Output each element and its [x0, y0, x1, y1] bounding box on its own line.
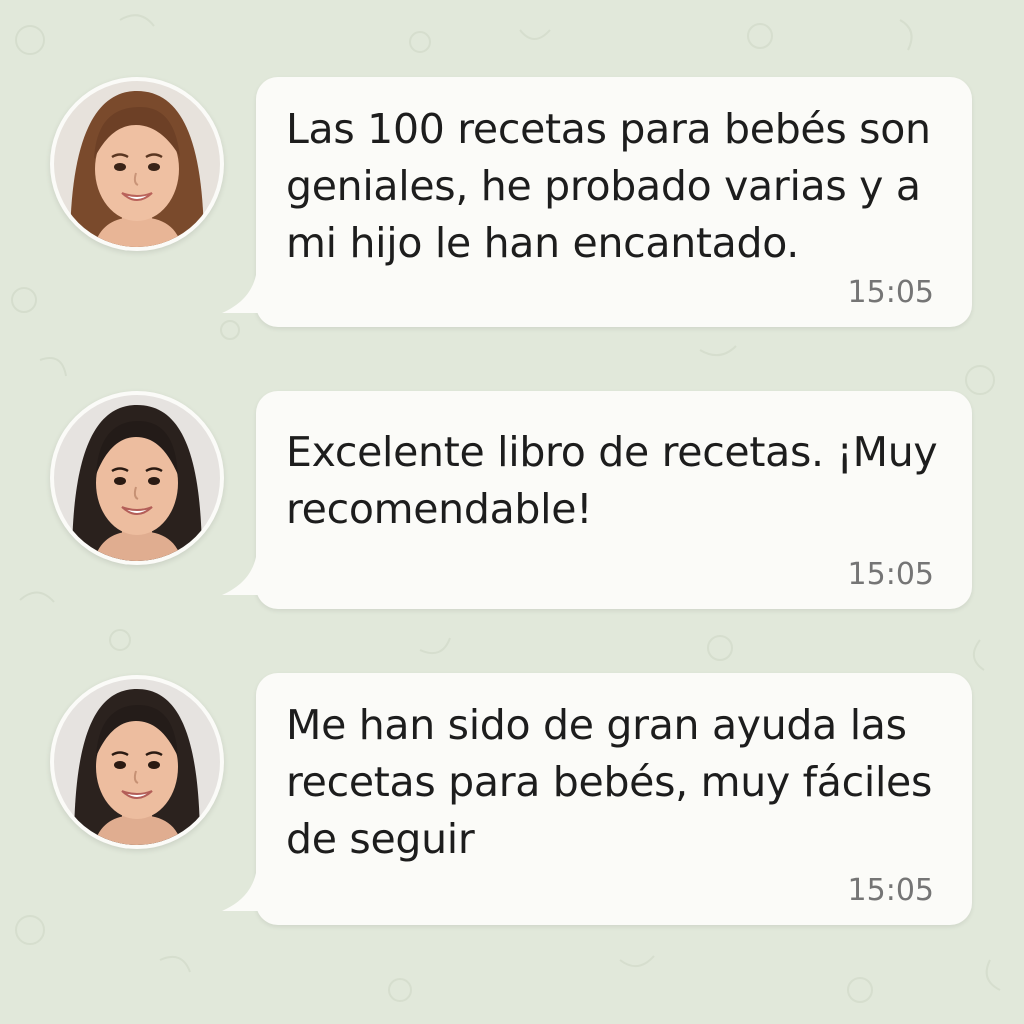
avatar[interactable]: [50, 77, 224, 251]
message-bubble[interactable]: Excelente libro de recetas. ¡Muy recomen…: [222, 391, 972, 609]
message-text: Me han sido de gran ayuda las recetas pa…: [286, 701, 933, 863]
message-text: Excelente libro de recetas. ¡Muy recomen…: [286, 428, 938, 533]
woman-dark-hair-avatar-icon: [54, 395, 220, 561]
avatar[interactable]: [50, 391, 224, 565]
bubble-tail: [222, 557, 268, 595]
message-bubble[interactable]: Las 100 recetas para bebés son geniales,…: [222, 77, 972, 327]
message-timestamp: 15:05: [847, 275, 934, 310]
message-timestamp: 15:05: [847, 557, 934, 592]
bubble-tail: [222, 275, 268, 313]
message-text: Las 100 recetas para bebés son geniales,…: [286, 105, 931, 267]
message-bubble[interactable]: Me han sido de gran ayuda las recetas pa…: [222, 673, 972, 925]
woman-brown-hair-avatar-icon: [54, 81, 220, 247]
woman-dark-hair-avatar-icon: [54, 679, 220, 845]
bubble-tail: [222, 873, 268, 911]
avatar[interactable]: [50, 675, 224, 849]
message-timestamp: 15:05: [847, 873, 934, 908]
